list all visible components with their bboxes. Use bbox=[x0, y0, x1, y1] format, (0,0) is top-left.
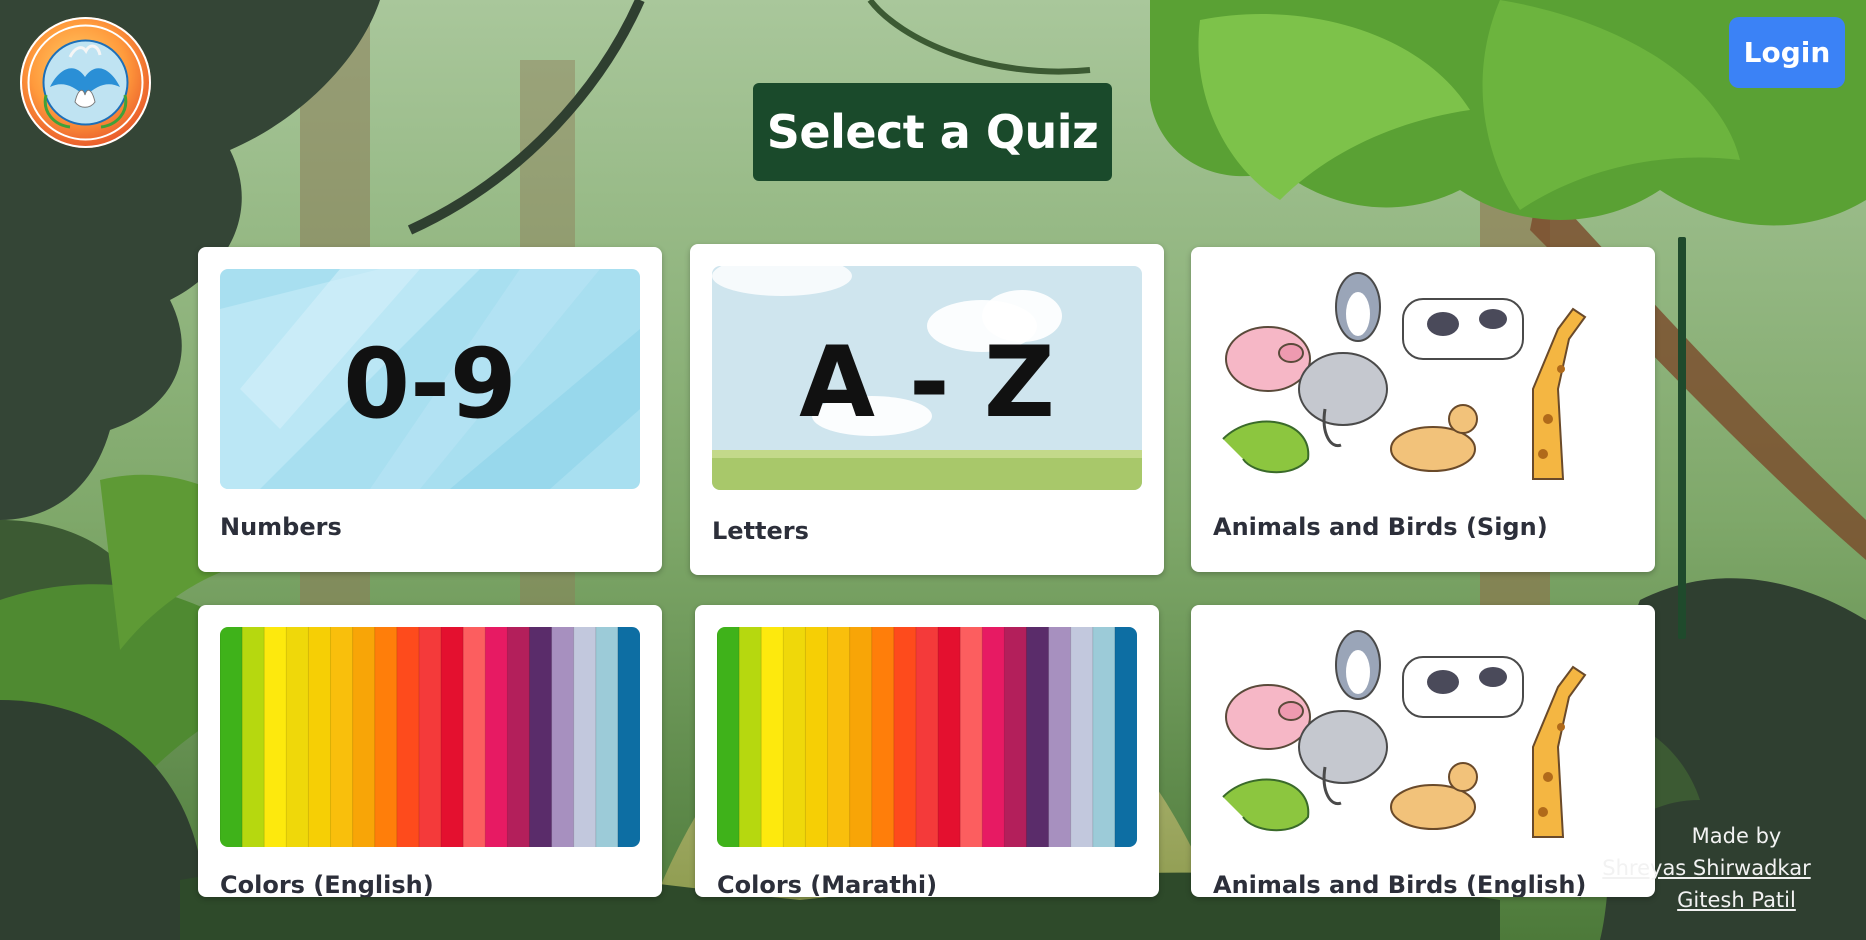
color-strip bbox=[485, 627, 508, 847]
quiz-card-label: Animals and Birds (Sign) bbox=[1213, 513, 1548, 541]
color-strip bbox=[352, 627, 376, 847]
color-strip bbox=[507, 627, 531, 847]
color-strip bbox=[264, 627, 287, 847]
color-strip bbox=[242, 627, 265, 847]
color-strip bbox=[960, 627, 983, 847]
login-button[interactable]: Login bbox=[1729, 17, 1845, 88]
color-strip bbox=[573, 627, 597, 847]
color-strip bbox=[286, 627, 310, 847]
color-strip bbox=[1004, 627, 1028, 847]
quiz-card-colors-marathi[interactable]: Colors (Marathi) bbox=[695, 605, 1159, 897]
color-strip bbox=[1070, 627, 1094, 847]
quiz-card-numbers[interactable]: 0-9 Numbers bbox=[198, 247, 662, 572]
quiz-card-label: Colors (Marathi) bbox=[717, 871, 938, 897]
color-strip bbox=[893, 627, 917, 847]
made-by-text: Made by bbox=[1691, 824, 1782, 848]
color-strip bbox=[827, 627, 851, 847]
institution-logo-icon[interactable] bbox=[20, 17, 151, 148]
color-strips-thumbnail-icon bbox=[220, 627, 640, 847]
color-strip bbox=[805, 627, 829, 847]
numbers-thumbnail-icon: 0-9 bbox=[220, 269, 640, 489]
color-strip bbox=[849, 627, 873, 847]
color-strip bbox=[1048, 627, 1072, 847]
quiz-card-animals-sign[interactable]: Animals and Birds (Sign) bbox=[1191, 247, 1655, 572]
quiz-card-colors-english[interactable]: Colors (English) bbox=[198, 605, 662, 897]
color-strip bbox=[761, 627, 784, 847]
animals-thumbnail-icon bbox=[1213, 627, 1633, 847]
color-strip bbox=[717, 627, 740, 847]
color-strip bbox=[308, 627, 332, 847]
quiz-card-label: Letters bbox=[712, 517, 809, 545]
quiz-card-letters[interactable]: A - Z Letters bbox=[690, 244, 1164, 575]
letters-thumb-text: A - Z bbox=[799, 326, 1055, 440]
color-strip bbox=[374, 627, 398, 847]
color-strip bbox=[783, 627, 807, 847]
credits: Made by Shreyas Shirwadkar Gitesh Patil bbox=[1602, 820, 1833, 916]
color-strip bbox=[739, 627, 762, 847]
color-strip bbox=[529, 627, 553, 847]
color-strip bbox=[915, 627, 939, 847]
color-strip bbox=[1114, 627, 1137, 847]
color-strip bbox=[1026, 627, 1050, 847]
color-strip bbox=[418, 627, 442, 847]
color-strip bbox=[463, 627, 486, 847]
color-strip bbox=[441, 627, 464, 847]
color-strip bbox=[330, 627, 354, 847]
color-strip bbox=[871, 627, 895, 847]
color-strip bbox=[617, 627, 640, 847]
color-strips-thumbnail-icon bbox=[717, 627, 1137, 847]
color-strip bbox=[938, 627, 961, 847]
author-link[interactable]: Shreyas Shirwadkar bbox=[1580, 852, 1833, 884]
quiz-card-label: Colors (English) bbox=[220, 871, 434, 897]
color-strip bbox=[220, 627, 243, 847]
author-link[interactable]: Gitesh Patil bbox=[1640, 884, 1833, 916]
animals-thumbnail-icon bbox=[1213, 269, 1633, 489]
color-strip bbox=[551, 627, 575, 847]
scrollbar[interactable] bbox=[1678, 237, 1686, 639]
color-strip bbox=[982, 627, 1005, 847]
numbers-thumb-text: 0-9 bbox=[343, 328, 516, 440]
color-strip bbox=[595, 627, 619, 847]
color-strip bbox=[1092, 627, 1116, 847]
color-strip bbox=[396, 627, 420, 847]
page-title: Select a Quiz bbox=[753, 83, 1112, 181]
quiz-card-label: Animals and Birds (English) bbox=[1213, 871, 1587, 897]
quiz-card-label: Numbers bbox=[220, 513, 342, 541]
letters-thumbnail-icon: A - Z bbox=[712, 266, 1142, 490]
